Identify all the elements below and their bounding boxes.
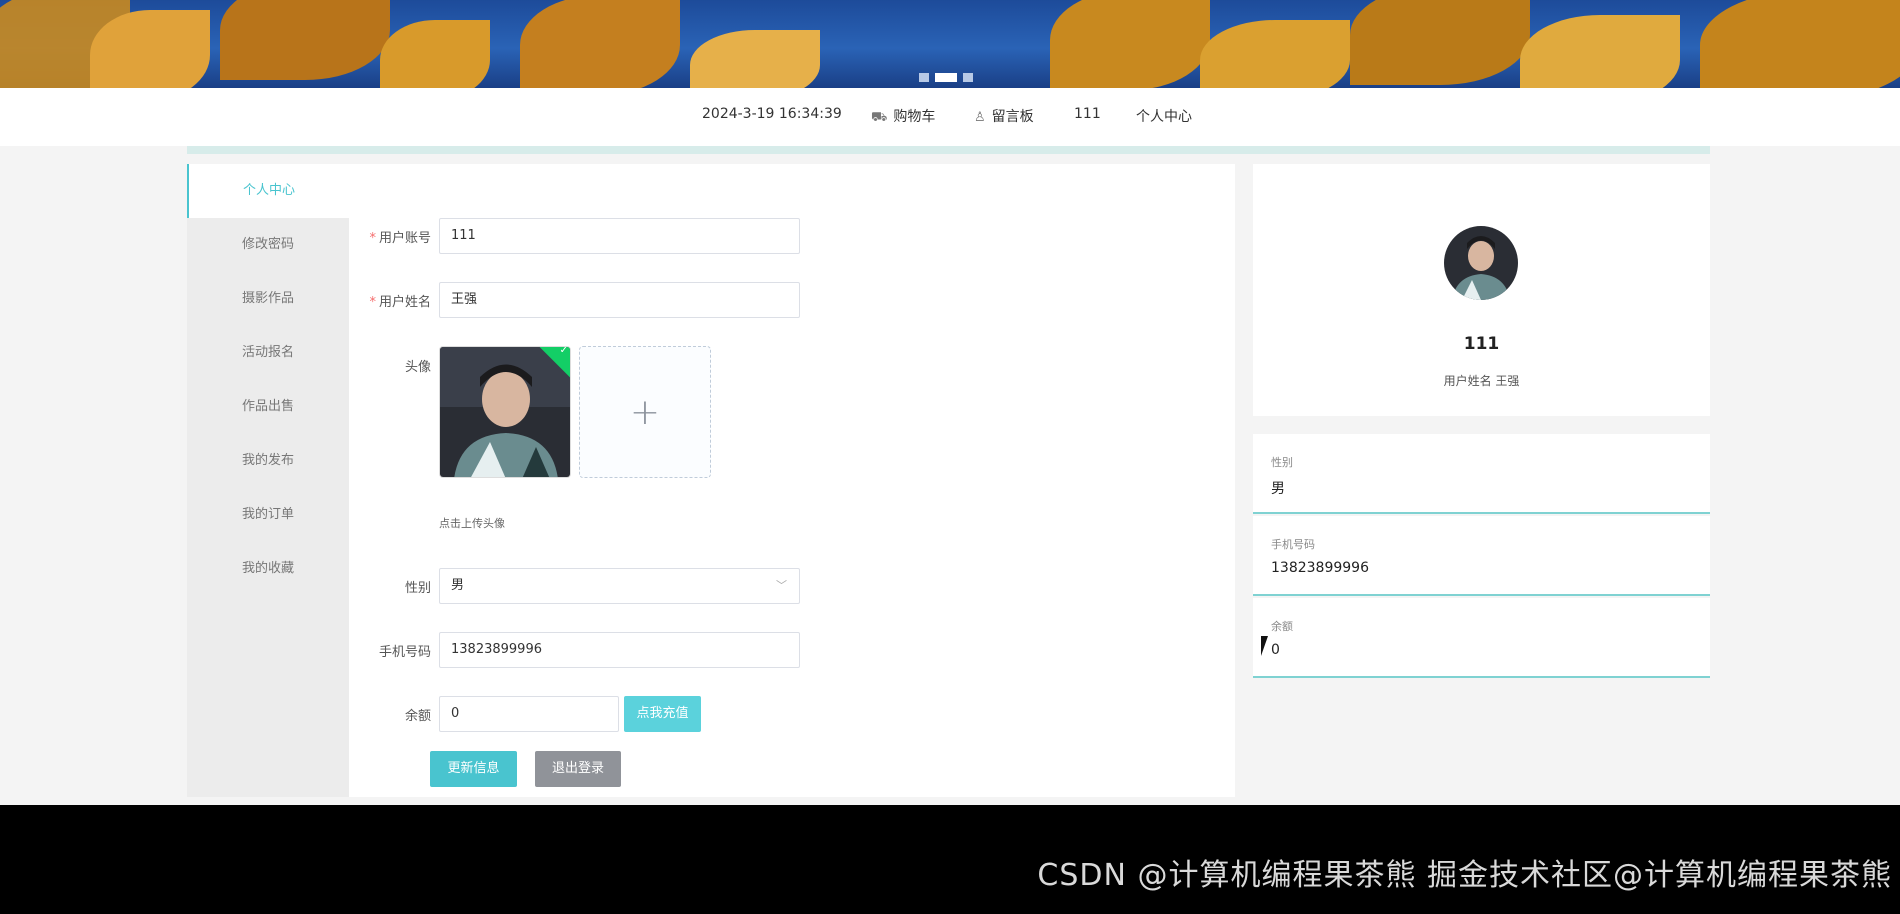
divider-strip	[187, 146, 1710, 154]
carousel-dot-active[interactable]	[935, 73, 957, 82]
avatar-image	[1444, 226, 1518, 300]
avatar-image	[440, 347, 570, 477]
avatar-upload-box[interactable]: +	[579, 346, 711, 478]
sidebar-item-change-password[interactable]: 修改密码	[187, 218, 349, 272]
banner-foliage	[1520, 15, 1680, 88]
nav-cart[interactable]: ⛟ 购物车	[871, 106, 935, 127]
sidebar-item-user-center[interactable]: 个人中心	[187, 164, 349, 218]
profile-card: 111 用户姓名 王强	[1253, 164, 1710, 416]
truck-icon: ⛟	[871, 110, 888, 125]
info-label: 余额	[1271, 620, 1293, 633]
banner-foliage	[520, 0, 680, 88]
profile-realname: 用户姓名 王强	[1443, 374, 1520, 388]
banner-foliage	[1200, 20, 1350, 88]
info-card-balance: 余额 0	[1253, 598, 1710, 678]
info-value: 男	[1271, 481, 1285, 497]
banner-carousel[interactable]	[0, 0, 1900, 88]
name-label: * 用户姓名	[369, 295, 431, 310]
avatar-thumbnail[interactable]: ✓	[439, 346, 571, 478]
carousel-indicators[interactable]	[919, 73, 973, 82]
nav-user-center[interactable]: 个人中心	[1136, 106, 1192, 126]
user-icon: ♙	[974, 110, 986, 125]
watermark-text: CSDN @计算机编程果茶熊 掘金技术社区@计算机编程果茶熊	[1037, 858, 1892, 893]
avatar	[1444, 226, 1518, 300]
nav-message-board[interactable]: ♙ 留言板	[974, 106, 1034, 126]
profile-form: * 用户账号 111 * 用户姓名 王强 头像 ✓ + 点击上传头像 性别 男 ﹀ …	[349, 164, 1235, 797]
datetime: 2024-3-19 16:34:39	[702, 106, 842, 122]
sidebar-item-event-signup[interactable]: 活动报名	[187, 326, 349, 380]
profile-username: 111	[1463, 334, 1500, 354]
plus-icon: +	[629, 391, 661, 433]
name-input[interactable]: 王强	[439, 282, 800, 318]
account-label: * 用户账号	[369, 231, 431, 246]
banner-foliage	[1350, 0, 1530, 85]
banner-foliage	[90, 10, 210, 88]
carousel-dot[interactable]	[919, 73, 929, 82]
gender-select[interactable]: 男 ﹀	[439, 568, 800, 604]
nav-username[interactable]: 111	[1074, 106, 1101, 122]
carousel-dot[interactable]	[963, 73, 973, 82]
banner-foliage	[380, 20, 490, 88]
phone-input[interactable]: 13823899996	[439, 632, 800, 668]
sidebar-item-my-posts[interactable]: 我的发布	[187, 434, 349, 488]
balance-label: 余额	[404, 709, 431, 724]
info-label: 性别	[1271, 456, 1293, 469]
info-label: 手机号码	[1271, 538, 1315, 551]
update-button[interactable]: 更新信息	[430, 751, 517, 787]
sidebar-item-photo-works[interactable]: 摄影作品	[187, 272, 349, 326]
phone-label: 手机号码	[378, 645, 431, 660]
sidebar-item-works-sale[interactable]: 作品出售	[187, 380, 349, 434]
info-card-gender: 性别 男	[1253, 434, 1710, 514]
sidebar-item-my-orders[interactable]: 我的订单	[187, 488, 349, 542]
account-input[interactable]: 111	[439, 218, 800, 254]
mouse-cursor-icon	[1261, 636, 1268, 656]
banner-foliage	[220, 0, 390, 80]
sidebar: 个人中心 修改密码 摄影作品 活动报名 作品出售 我的发布 我的订单 我的收藏	[187, 164, 349, 797]
banner-foliage	[1050, 0, 1210, 88]
info-value: 13823899996	[1271, 560, 1369, 576]
logout-button[interactable]: 退出登录	[535, 751, 621, 787]
sidebar-item-my-favorites[interactable]: 我的收藏	[187, 542, 349, 596]
gender-label: 性别	[404, 581, 431, 596]
info-value: 0	[1271, 642, 1280, 658]
info-card-phone: 手机号码 13823899996	[1253, 516, 1710, 596]
check-icon: ✓	[559, 346, 568, 357]
avatar-label: 头像	[404, 360, 431, 375]
balance-input[interactable]: 0	[439, 696, 619, 732]
top-nav: 2024-3-19 16:34:39 ⛟ 购物车 ♙ 留言板 111 个人中心	[0, 88, 1900, 146]
recharge-button[interactable]: 点我充值	[624, 696, 701, 732]
chevron-down-icon: ﹀	[776, 579, 787, 592]
avatar-upload-hint: 点击上传头像	[439, 517, 505, 530]
banner-foliage	[690, 30, 820, 88]
banner-foliage	[1700, 0, 1900, 88]
